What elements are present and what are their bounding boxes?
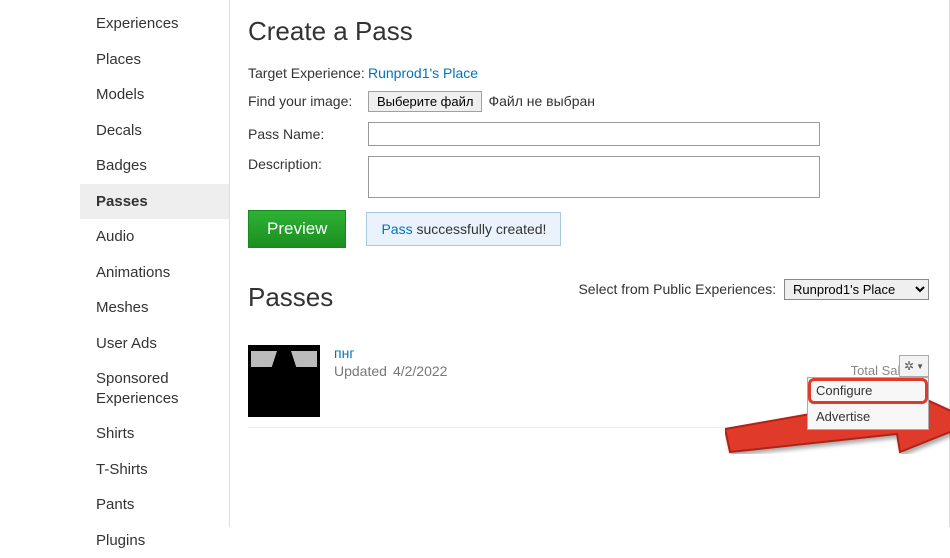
thumb-shape-icon: [251, 351, 277, 367]
pass-thumbnail[interactable]: [248, 345, 320, 417]
pass-name-link[interactable]: пнг: [334, 345, 354, 361]
success-text: successfully created!: [413, 221, 547, 237]
menu-item-advertise[interactable]: Advertise: [808, 404, 928, 429]
sidebar-item-experiences[interactable]: Experiences: [80, 6, 229, 42]
sidebar-item-user-ads[interactable]: User Ads: [80, 326, 229, 362]
sidebar-item-plugins[interactable]: Plugins: [80, 523, 229, 558]
pass-name-label: Pass Name:: [248, 126, 368, 142]
choose-file-button[interactable]: Выберите файл: [368, 91, 482, 112]
sidebar-item-models[interactable]: Models: [80, 77, 229, 113]
sidebar: Experiences Places Models Decals Badges …: [80, 0, 230, 527]
main-content: Create a Pass Target Experience: Runprod…: [230, 0, 950, 527]
pass-gear-button[interactable]: ✲ ▼: [899, 355, 929, 377]
left-gutter: [0, 0, 80, 527]
success-pass-link[interactable]: Pass: [381, 221, 412, 237]
sidebar-item-passes[interactable]: Passes: [80, 184, 229, 220]
page-title: Create a Pass: [248, 16, 929, 47]
pass-options-menu: Configure Advertise: [807, 377, 929, 430]
sidebar-item-shirts[interactable]: Shirts: [80, 416, 229, 452]
sidebar-item-places[interactable]: Places: [80, 42, 229, 78]
sidebar-item-t-shirts[interactable]: T-Shirts: [80, 452, 229, 488]
sidebar-item-sponsored-experiences[interactable]: Sponsored Experiences: [80, 361, 229, 416]
thumb-shape-icon: [291, 351, 317, 367]
target-experience-label: Target Experience:: [248, 65, 368, 81]
chevron-down-icon: ▼: [916, 362, 924, 371]
sidebar-item-decals[interactable]: Decals: [80, 113, 229, 149]
experience-select[interactable]: Runprod1's Place: [784, 279, 929, 300]
select-experience-label: Select from Public Experiences:: [578, 281, 776, 297]
sidebar-item-pants[interactable]: Pants: [80, 487, 229, 523]
sidebar-item-audio[interactable]: Audio: [80, 219, 229, 255]
file-status: Файл не выбран: [488, 93, 595, 109]
pass-updated: Updated4/2/2022: [334, 363, 447, 379]
success-message: Pass successfully created!: [366, 212, 561, 246]
gear-icon: ✲: [904, 359, 914, 373]
pass-row: пнг Updated4/2/2022 Total Sales:0 Last 7…: [248, 331, 929, 428]
passes-section-title: Passes: [248, 282, 333, 313]
sidebar-item-badges[interactable]: Badges: [80, 148, 229, 184]
pass-name-input[interactable]: [368, 122, 820, 146]
description-label: Description:: [248, 156, 368, 172]
sidebar-item-animations[interactable]: Animations: [80, 255, 229, 291]
description-input[interactable]: [368, 156, 820, 198]
target-experience-link[interactable]: Runprod1's Place: [368, 65, 478, 81]
menu-item-configure[interactable]: Configure: [808, 378, 928, 404]
sidebar-item-meshes[interactable]: Meshes: [80, 290, 229, 326]
preview-button[interactable]: Preview: [248, 210, 346, 248]
find-image-label: Find your image:: [248, 93, 368, 109]
